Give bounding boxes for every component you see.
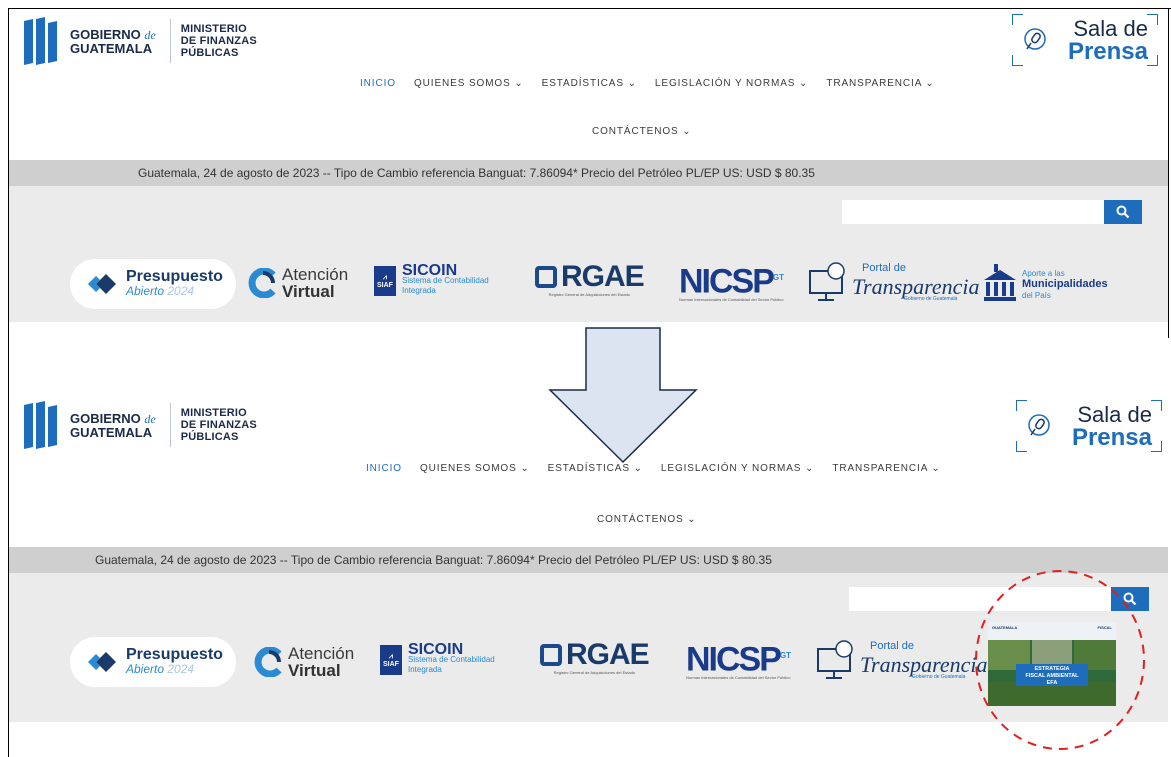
presupuesto-abierto-banner-after[interactable]: Presupuesto Abierto 2024 (70, 637, 236, 687)
nav-legislacion[interactable]: LEGISLACIÓN Y NORMAS ⌄ (655, 78, 808, 89)
screenshot-border-right (1168, 8, 1169, 338)
rgae-banner[interactable]: RGAE Registro General de Adquisiciones d… (535, 262, 645, 297)
diamond-icon (88, 274, 116, 294)
atencion-virtual-banner[interactable]: Atención Virtual (248, 266, 348, 300)
logo-gobierno-text: GOBIERNO (70, 26, 141, 42)
municipal-building-icon (984, 264, 1016, 301)
rgae-square-icon (535, 266, 557, 288)
diamond-icon (88, 652, 116, 672)
nav-quienes-somos[interactable]: QUIENES SOMOS ⌄ (414, 78, 524, 89)
main-nav-after: INICIO QUIENES SOMOS ⌄ ESTADÍSTICAS ⌄ LE… (366, 463, 959, 474)
portal-transparencia-banner-after[interactable]: Portal de Transparencia Gobierno de Guatem… (816, 638, 988, 684)
gobierno-logo[interactable]: GOBIERNO de GUATEMALA MINISTERIO DE FINAN… (24, 17, 257, 65)
ministerio-name: MINISTERIO DE FINANZAS PÚBLICAS (180, 23, 257, 59)
microphone-icon (1028, 414, 1050, 436)
screenshot-border-top (8, 8, 1171, 9)
monitor-icon (817, 640, 853, 679)
logo-de-text: de (144, 27, 156, 42)
nav-transparencia[interactable]: TRANSPARENCIA ⌄ (832, 463, 940, 474)
logo-guatemala-text: GUATEMALA (70, 40, 153, 56)
atencion-c-icon (248, 268, 276, 298)
rgae-square-icon (540, 644, 562, 666)
search-bar (842, 200, 1142, 224)
main-nav: INICIO QUIENES SOMOS ⌄ ESTADÍSTICAS ⌄ LE… (360, 78, 953, 89)
sala-de-prensa-button[interactable]: Sala de Prensa (1012, 14, 1158, 66)
search-input[interactable] (842, 200, 1104, 224)
search-button[interactable] (1104, 200, 1142, 224)
logo-divider (169, 19, 171, 63)
nav-transparencia[interactable]: TRANSPARENCIA ⌄ (826, 78, 934, 89)
search-icon (1116, 205, 1130, 219)
nav-inicio[interactable]: INICIO (360, 78, 396, 89)
nav-estadisticas[interactable]: ESTADÍSTICAS ⌄ (542, 78, 637, 89)
sicoin-banner[interactable]: ⩘ SIAF SICOIN Sistema de Contabilidad Integ… (374, 263, 489, 296)
monitor-icon (809, 262, 845, 301)
guatemala-flag-icon (24, 401, 62, 449)
nav-contactenos-after[interactable]: CONTÁCTENOS ⌄ (597, 514, 697, 525)
microphone-icon (1024, 28, 1046, 50)
sicoin-banner-after[interactable]: ⩘ SIAF SICOIN Sistema de Contabilidad Integ… (380, 642, 495, 675)
guatemala-flag-icon (24, 17, 62, 65)
aporte-municipalidades-banner[interactable]: Aporte a las Municipalidades del País (982, 262, 1108, 306)
nicsp-banner-after[interactable]: NICSPGT Normas Internacionales de Contab… (686, 640, 791, 680)
nav-quienes-somos[interactable]: QUIENES SOMOS ⌄ (420, 463, 530, 474)
prensa-text: Prensa (1067, 38, 1148, 65)
siaf-badge-icon: ⩘ SIAF (380, 645, 402, 675)
rgae-banner-after[interactable]: RGAE Registro General de Adquisiciones d… (540, 640, 650, 675)
portal-transparencia-banner[interactable]: Portal de Transparencia Gobierno de Guatem… (808, 260, 980, 306)
atencion-c-icon (254, 647, 282, 677)
nav-inicio[interactable]: INICIO (366, 463, 402, 474)
atencion-virtual-banner-after[interactable]: Atención Virtual (254, 645, 354, 679)
nicsp-banner[interactable]: NICSPGT Normas Internacionales de Contab… (679, 262, 784, 302)
info-ticker: Guatemala, 24 de agosto de 2023 -- Tipo … (9, 160, 1168, 186)
down-arrow-icon (548, 327, 698, 464)
ticker-text: Guatemala, 24 de agosto de 2023 -- Tipo … (138, 166, 815, 180)
nav-legislacion[interactable]: LEGISLACIÓN Y NORMAS ⌄ (661, 463, 814, 474)
sala-de-prensa-button-after[interactable]: Sala de Prensa (1016, 400, 1162, 452)
nav-estadisticas[interactable]: ESTADÍSTICAS ⌄ (548, 463, 643, 474)
gobierno-logo-after[interactable]: GOBIERNO de GUATEMALA MINISTERIO DE FINAN… (24, 401, 257, 449)
presupuesto-abierto-banner[interactable]: Presupuesto Abierto 2024 (70, 259, 236, 309)
nav-contactenos[interactable]: CONTÁCTENOS ⌄ (592, 126, 692, 137)
highlight-circle (975, 570, 1145, 750)
siaf-badge-icon: ⩘ SIAF (374, 266, 396, 296)
